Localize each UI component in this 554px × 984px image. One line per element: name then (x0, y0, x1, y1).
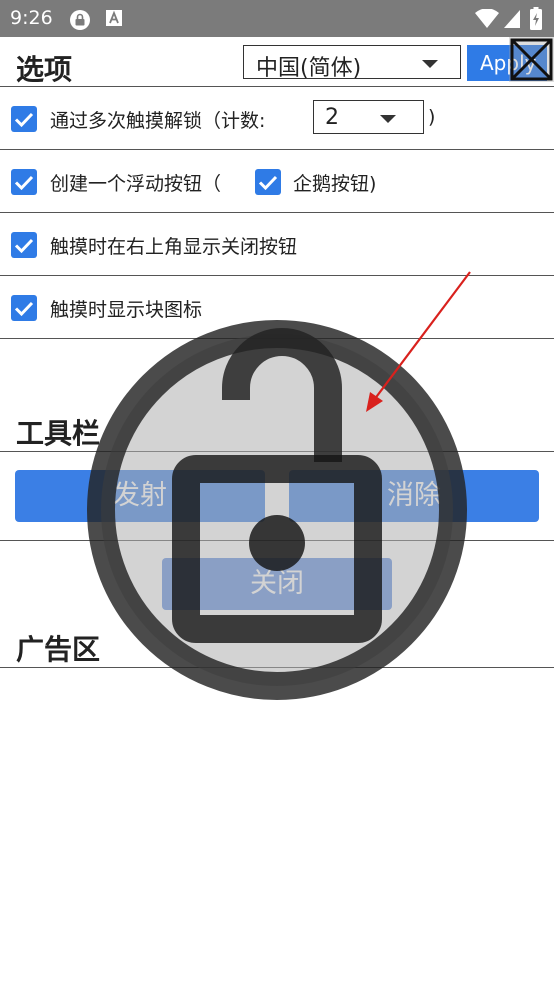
close-overlay-button[interactable] (509, 37, 554, 82)
status-bar: 9:26 (0, 0, 554, 37)
chevron-down-icon (380, 115, 396, 123)
ad-section-title: 广告区 (16, 633, 101, 666)
check-icon (14, 175, 34, 191)
multi-touch-unlock-label: 通过多次触摸解锁（计数: (50, 110, 266, 132)
wifi-icon (475, 9, 499, 28)
clear-button[interactable]: 消除 (289, 470, 539, 522)
close-icon (510, 38, 553, 81)
show-block-icon-label: 触摸时显示块图标 (50, 299, 203, 321)
divider (0, 667, 554, 668)
divider (0, 86, 554, 87)
count-select-value: 2 (325, 105, 339, 130)
battery-icon (530, 7, 542, 30)
page-title: 选项 (16, 53, 73, 86)
check-icon (14, 112, 34, 128)
fire-button[interactable]: 发射 (15, 470, 265, 522)
status-time: 9:26 (10, 7, 53, 29)
penguin-button-checkbox[interactable] (255, 169, 281, 195)
lock-status-icon (70, 10, 90, 30)
font-status-icon (106, 10, 122, 26)
check-icon (14, 301, 34, 317)
signal-icon (504, 10, 520, 28)
show-block-icon-checkbox[interactable] (11, 295, 37, 321)
floating-button-checkbox[interactable] (11, 169, 37, 195)
divider (0, 212, 554, 213)
floating-button-label: 创建一个浮动按钮（ (50, 173, 222, 195)
divider (0, 149, 554, 150)
divider (0, 275, 554, 276)
language-select-value: 中国(简体) (256, 56, 362, 81)
check-icon (14, 238, 34, 254)
penguin-button-label: 企鹅按钮) (293, 173, 377, 195)
divider (0, 540, 554, 541)
show-close-top-right-checkbox[interactable] (11, 232, 37, 258)
chevron-down-icon (422, 60, 438, 68)
annotation-arrow (366, 271, 471, 412)
multi-touch-unlock-checkbox[interactable] (11, 106, 37, 132)
divider (0, 338, 554, 339)
count-select[interactable]: 2 (313, 100, 424, 134)
divider (0, 451, 554, 452)
show-close-top-right-label: 触摸时在右上角显示关闭按钮 (50, 236, 298, 258)
count-close-paren: ) (428, 106, 436, 128)
language-select[interactable]: 中国(简体) (243, 45, 461, 81)
close-button[interactable]: 关闭 (162, 558, 392, 610)
toolbar-section-title: 工具栏 (16, 417, 101, 450)
check-icon (258, 175, 278, 191)
